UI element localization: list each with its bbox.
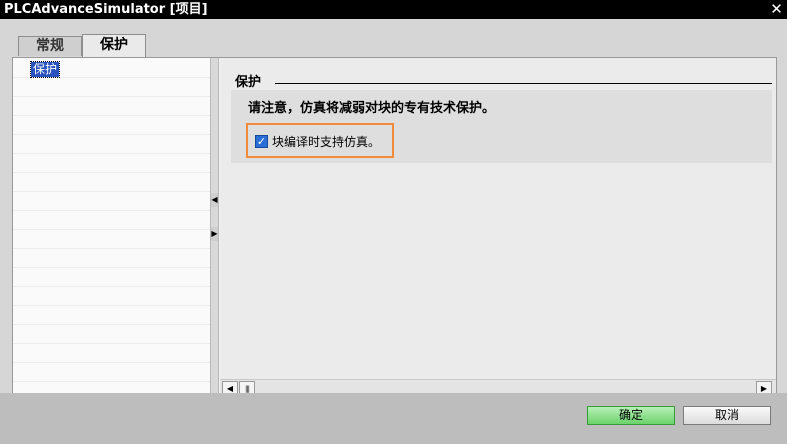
- notice-box: 请注意，仿真将减弱对块的专有技术保护。 ✓ 块编译时支持仿真。: [231, 90, 772, 163]
- tree-row: [13, 172, 210, 192]
- tree-row: [13, 362, 210, 382]
- notice-text: 请注意，仿真将减弱对块的专有技术保护。: [248, 101, 496, 116]
- checkbox-highlight: ✓ 块编译时支持仿真。: [246, 123, 394, 158]
- close-icon[interactable]: ✕: [768, 1, 785, 18]
- window-titlebar: PLCAdvanceSimulator [项目] ✕: [0, 0, 787, 19]
- tab-general[interactable]: 常规: [18, 36, 82, 56]
- simulation-support-label[interactable]: 块编译时支持仿真。: [272, 133, 380, 150]
- tree-row: [13, 77, 210, 97]
- panel-splitter[interactable]: ◀ ▶: [211, 58, 219, 401]
- collapse-left-icon[interactable]: ◀: [211, 193, 218, 207]
- expand-right-icon[interactable]: ▶: [211, 227, 218, 241]
- tree-row: [13, 153, 210, 173]
- simulation-support-checkbox[interactable]: ✓: [255, 135, 268, 148]
- tree-row: [13, 115, 210, 135]
- section-divider: [275, 83, 772, 84]
- ok-button[interactable]: 确定: [587, 406, 675, 425]
- tree-row: [13, 286, 210, 306]
- content-pane: 保护 请注意，仿真将减弱对块的专有技术保护。 ✓ 块编译时支持仿真。 ◀ |||…: [220, 58, 776, 401]
- tree-row: [13, 96, 210, 116]
- dialog-footer: 确定 取消: [0, 393, 787, 444]
- tree-row: [13, 305, 210, 325]
- tree-row: [13, 267, 210, 287]
- tree-row: [13, 191, 210, 211]
- navigation-tree: 保护: [13, 58, 211, 401]
- tree-row: [13, 210, 210, 230]
- tree-row: [13, 134, 210, 154]
- tree-row: 保护: [13, 58, 210, 78]
- tree-row: [13, 229, 210, 249]
- section-title: 保护: [235, 75, 262, 90]
- tab-panel: 保护 ◀ ▶ 保护 请注意，仿真将减弱对块的专有技术保护。 ✓ 块编译时支持仿真…: [12, 57, 777, 404]
- tree-row: [13, 324, 210, 344]
- tree-item-protection[interactable]: 保护: [29, 61, 61, 78]
- tree-row: [13, 343, 210, 363]
- cancel-button[interactable]: 取消: [683, 406, 771, 425]
- window-title: PLCAdvanceSimulator [项目]: [4, 2, 208, 17]
- tree-row: [13, 248, 210, 268]
- properties-dialog: 常规 保护 保护 ◀ ▶ 保护 请注意，仿真将减弱对块的专有技术保护。 ✓ 块编…: [0, 19, 787, 444]
- tab-protection[interactable]: 保护: [82, 34, 146, 57]
